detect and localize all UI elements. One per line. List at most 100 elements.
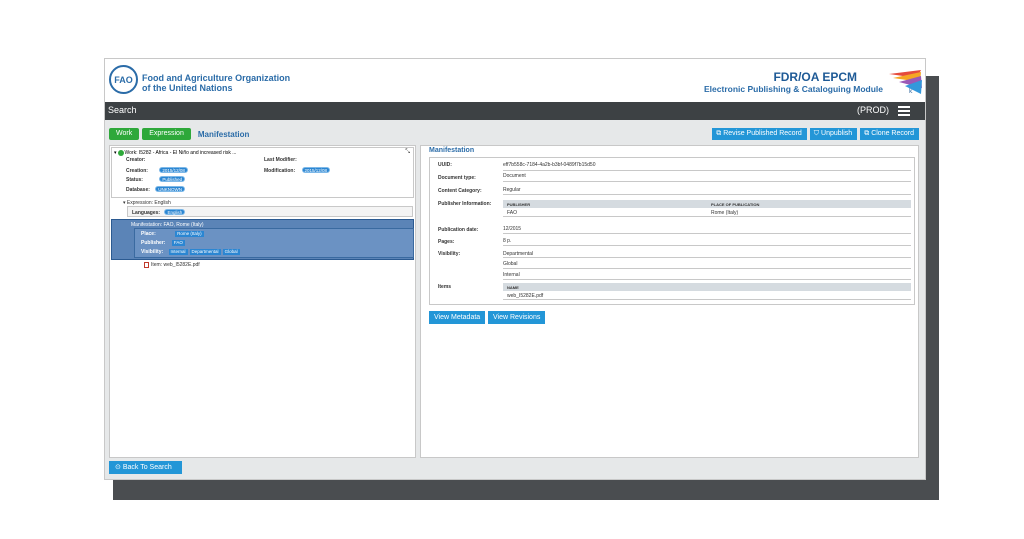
expand-arrow-icon[interactable]: ▾ [114, 150, 117, 156]
visibility-tags: Internal Departmental Global [168, 249, 242, 255]
divider [503, 233, 911, 234]
pdf-file-icon [144, 262, 149, 268]
visibility-tag: Departmental [189, 249, 221, 255]
environment-label: (PROD) [857, 105, 889, 115]
clone-label: Clone Record [871, 130, 914, 137]
uuid-label: UUID: [438, 162, 452, 168]
record-tree-panel: ▾ Work: I5282 - Africa - El Niño and inc… [109, 145, 416, 458]
last-modifier-label: Last Modifier: [264, 157, 297, 163]
manifestation-details-box: UUID: eff7b558c-7184-4a2b-b3bf-0489f7b15… [429, 157, 915, 305]
record-toolbar: ⧉ Revise Published Record ⛉ Unpublish ⧉ … [712, 128, 919, 140]
divider [503, 279, 911, 280]
manifestation-panel: Manifestation UUID: eff7b558c-7184-4a2b-… [420, 145, 919, 458]
org-name-line2: of the United Nations [142, 83, 233, 93]
divider [503, 245, 911, 246]
circle-arrow-icon: ⊙ [115, 464, 121, 471]
creation-value: 2015/12/08 [159, 167, 188, 173]
publisher-label: Publisher: [141, 240, 166, 246]
shield-icon: ⛉ [813, 130, 820, 137]
divider [503, 181, 911, 182]
table-row: FAO Rome (Italy) [503, 208, 911, 217]
publisher-table: PUBLISHER PLACE OF PUBLICATION FAO Rome … [503, 200, 911, 217]
svg-text:k: k [909, 88, 913, 95]
database-value: UNKNOWN [155, 186, 186, 192]
pages-label: Pages: [438, 239, 455, 245]
table-row[interactable]: web_I5282E.pdf [503, 291, 911, 300]
document-type-value: Document [503, 173, 526, 179]
pages-value: 8 p. [503, 238, 512, 244]
app-window: FAO Food and Agriculture Organization of… [104, 58, 926, 480]
place-field: Place: Rome (Italy) [141, 231, 206, 237]
header: FAO Food and Agriculture Organization of… [105, 59, 925, 102]
fao-logo: FAO [109, 65, 138, 94]
view-metadata-button[interactable]: View Metadata [429, 311, 486, 324]
hamburger-menu-icon[interactable] [898, 106, 910, 116]
brand-subtitle: Electronic Publishing & Cataloguing Modu… [704, 84, 883, 94]
visibility-value-global: Global [503, 261, 518, 267]
breadcrumb-current: Manifestation [197, 129, 250, 139]
divider [503, 257, 911, 258]
clone-record-button[interactable]: ⧉ Clone Record [860, 128, 919, 140]
org-name-line1: Food and Agriculture Organization [142, 73, 291, 83]
divider [503, 268, 911, 269]
manifestation-details: Place: Rome (Italy) Publisher: FAO Visib… [134, 228, 414, 258]
publication-date-label: Publication date: [438, 227, 479, 233]
item-name-cell: web_I5282E.pdf [507, 293, 544, 299]
revise-published-record-button[interactable]: ⧉ Revise Published Record [712, 128, 807, 140]
publisher-table-header: PUBLISHER PLACE OF PUBLICATION [503, 200, 911, 208]
brand-logo-icon: k [889, 70, 922, 95]
place-label: Place: [141, 231, 156, 237]
collapse-icon[interactable]: ⤡ [405, 149, 410, 156]
view-revisions-button[interactable]: View Revisions [488, 311, 546, 324]
creator-label: Creator: [126, 157, 146, 163]
modification-label: Modification: [264, 168, 296, 174]
database-label: Database: [126, 187, 150, 193]
document-type-label: Document type: [438, 175, 476, 181]
modification-field: Modification: 2015/12/08 [264, 167, 331, 174]
publisher-cell: FAO [507, 210, 518, 216]
nav-bar: Search (PROD) [105, 102, 925, 120]
publisher-information-label: Publisher Information: [438, 201, 492, 207]
divider [503, 170, 911, 171]
work-node[interactable]: ▾ Work: I5282 - Africa - El Niño and inc… [111, 147, 414, 198]
place-column-header: PLACE OF PUBLICATION [711, 202, 760, 207]
visibility-tag: Internal [168, 249, 188, 255]
copy-icon: ⧉ [716, 130, 722, 137]
uuid-value: eff7b558c-7184-4a2b-b3bf-0489f7b15d50 [503, 162, 596, 168]
work-row: ▾ Work: I5282 - Africa - El Niño and inc… [114, 150, 236, 156]
clone-icon: ⧉ [864, 130, 870, 137]
status-value: Published [159, 176, 186, 182]
breadcrumb: Work Expression Manifestation [109, 128, 249, 140]
divider [503, 194, 911, 195]
visibility-label: Visibility: [141, 249, 164, 255]
status-dot-icon [117, 150, 124, 156]
item-node[interactable]: Item: web_I5282E.pdf [144, 262, 200, 268]
back-to-search-button[interactable]: ⊙ Back To Search [109, 461, 182, 474]
database-field: Database: UNKNOWN [126, 186, 186, 193]
expand-arrow-icon[interactable]: ▾ [123, 200, 126, 206]
visibility-tag: Global [222, 249, 240, 255]
nav-title[interactable]: Search [108, 105, 137, 115]
languages-box: Languages: English [127, 206, 413, 217]
content-category-value: Regular [503, 187, 521, 193]
visibility-field: Visibility: Internal Departmental Global [141, 249, 242, 255]
breadcrumb-expression[interactable]: Expression [142, 128, 191, 140]
status-label: Status: [126, 177, 143, 183]
unpublish-label: Unpublish [821, 130, 853, 137]
manifestation-node-selected[interactable]: Manifestation: FAO, Rome (Italy) Place: … [111, 219, 414, 260]
publication-date-value: 12/2015 [503, 226, 522, 232]
modification-value: 2015/12/08 [301, 167, 331, 173]
work-label: Work: I5282 - Africa - El Niño and incre… [124, 150, 237, 156]
place-cell: Rome (Italy) [711, 210, 739, 216]
items-table-header: NAME [503, 283, 911, 291]
breadcrumb-work[interactable]: Work [109, 128, 140, 140]
languages-label: Languages: [132, 210, 161, 216]
unpublish-button[interactable]: ⛉ Unpublish [809, 128, 858, 140]
item-label: Item: web_I5282E.pdf [151, 262, 200, 268]
back-label: Back To Search [122, 464, 172, 471]
main-content: Work Expression Manifestation ⧉ Revise P… [105, 120, 925, 479]
items-label: Items [438, 284, 452, 290]
brand-title: FDR/OA EPCM [773, 70, 857, 84]
languages-value: English [164, 209, 186, 215]
creation-label: Creation: [126, 168, 148, 174]
